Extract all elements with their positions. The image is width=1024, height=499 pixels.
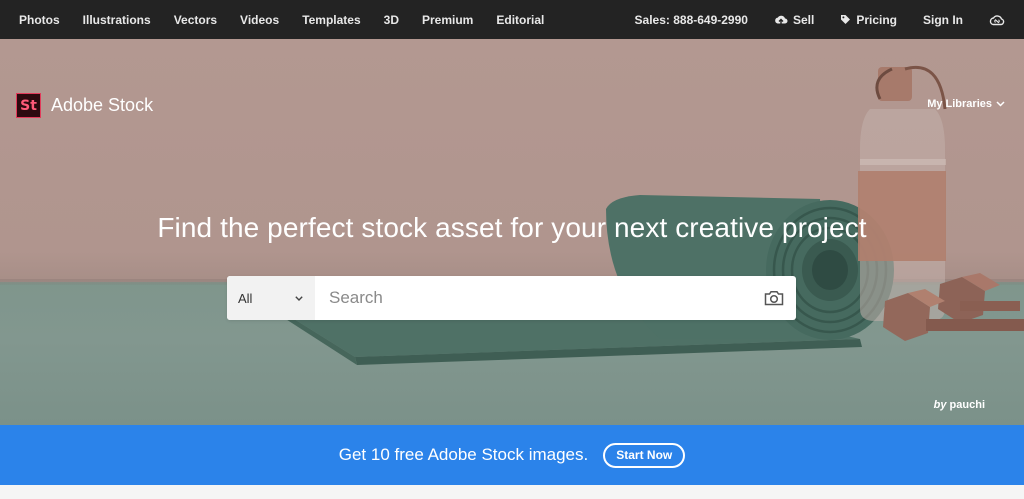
nav-item-illustrations[interactable]: Illustrations [83,13,151,27]
start-now-button[interactable]: Start Now [603,442,686,468]
chevron-down-icon [295,295,303,301]
nav-item-templates[interactable]: Templates [302,13,360,27]
search-scope-value: All [238,290,253,306]
nav-item-videos[interactable]: Videos [240,13,279,27]
top-navigation-bar: Photos Illustrations Vectors Videos Temp… [0,0,1024,39]
visual-search-button[interactable] [752,276,796,320]
nav-item-photos[interactable]: Photos [19,13,60,27]
my-libraries-dropdown[interactable]: My Libraries [927,98,1005,110]
pricing-tag-icon [841,15,851,24]
creative-cloud-button[interactable] [989,14,1010,26]
promo-text: Get 10 free Adobe Stock images. [338,445,589,464]
camera-icon [764,291,784,306]
nav-item-vectors[interactable]: Vectors [174,13,217,27]
nav-item-editorial[interactable]: Editorial [496,13,544,27]
hero-headline: Find the perfect stock asset for your ne… [157,212,867,243]
search-input[interactable] [315,276,752,320]
account-nav: Sales: 888-649-2990 Sell Pricing Sign In [609,13,1024,27]
free-images-promo-banner: Get 10 free Adobe Stock images. Start No… [0,425,1024,485]
image-credit: by pauchi [934,399,985,411]
sell-link[interactable]: Sell [774,13,814,27]
nav-item-premium[interactable]: Premium [422,13,473,27]
sign-in-link[interactable]: Sign In [923,13,963,27]
page-footer-strip [0,485,1024,499]
stock-logo-mark: St [16,93,41,118]
search-bar: All [227,276,796,320]
my-libraries-label: My Libraries [927,98,992,110]
chevron-down-icon [996,101,1005,107]
nav-item-3d[interactable]: 3D [384,13,399,27]
hero-section: St Adobe Stock My Libraries Find the per… [0,39,1024,425]
credit-author-link[interactable]: pauchi [950,399,985,411]
sell-cloud-upload-icon [775,15,788,25]
search-scope-dropdown[interactable]: All [227,276,315,320]
adobe-stock-logo[interactable]: St Adobe Stock [16,93,153,118]
credit-prefix: by [933,399,947,411]
asset-type-nav: Photos Illustrations Vectors Videos Temp… [0,13,567,27]
logo-wordmark: Adobe Stock [51,95,154,115]
pricing-label: Pricing [856,12,897,27]
pricing-link[interactable]: Pricing [840,13,897,27]
sales-phone-link[interactable]: Sales: 888-649-2990 [635,13,748,27]
creative-cloud-icon [989,14,1005,25]
sell-label: Sell [792,12,815,27]
